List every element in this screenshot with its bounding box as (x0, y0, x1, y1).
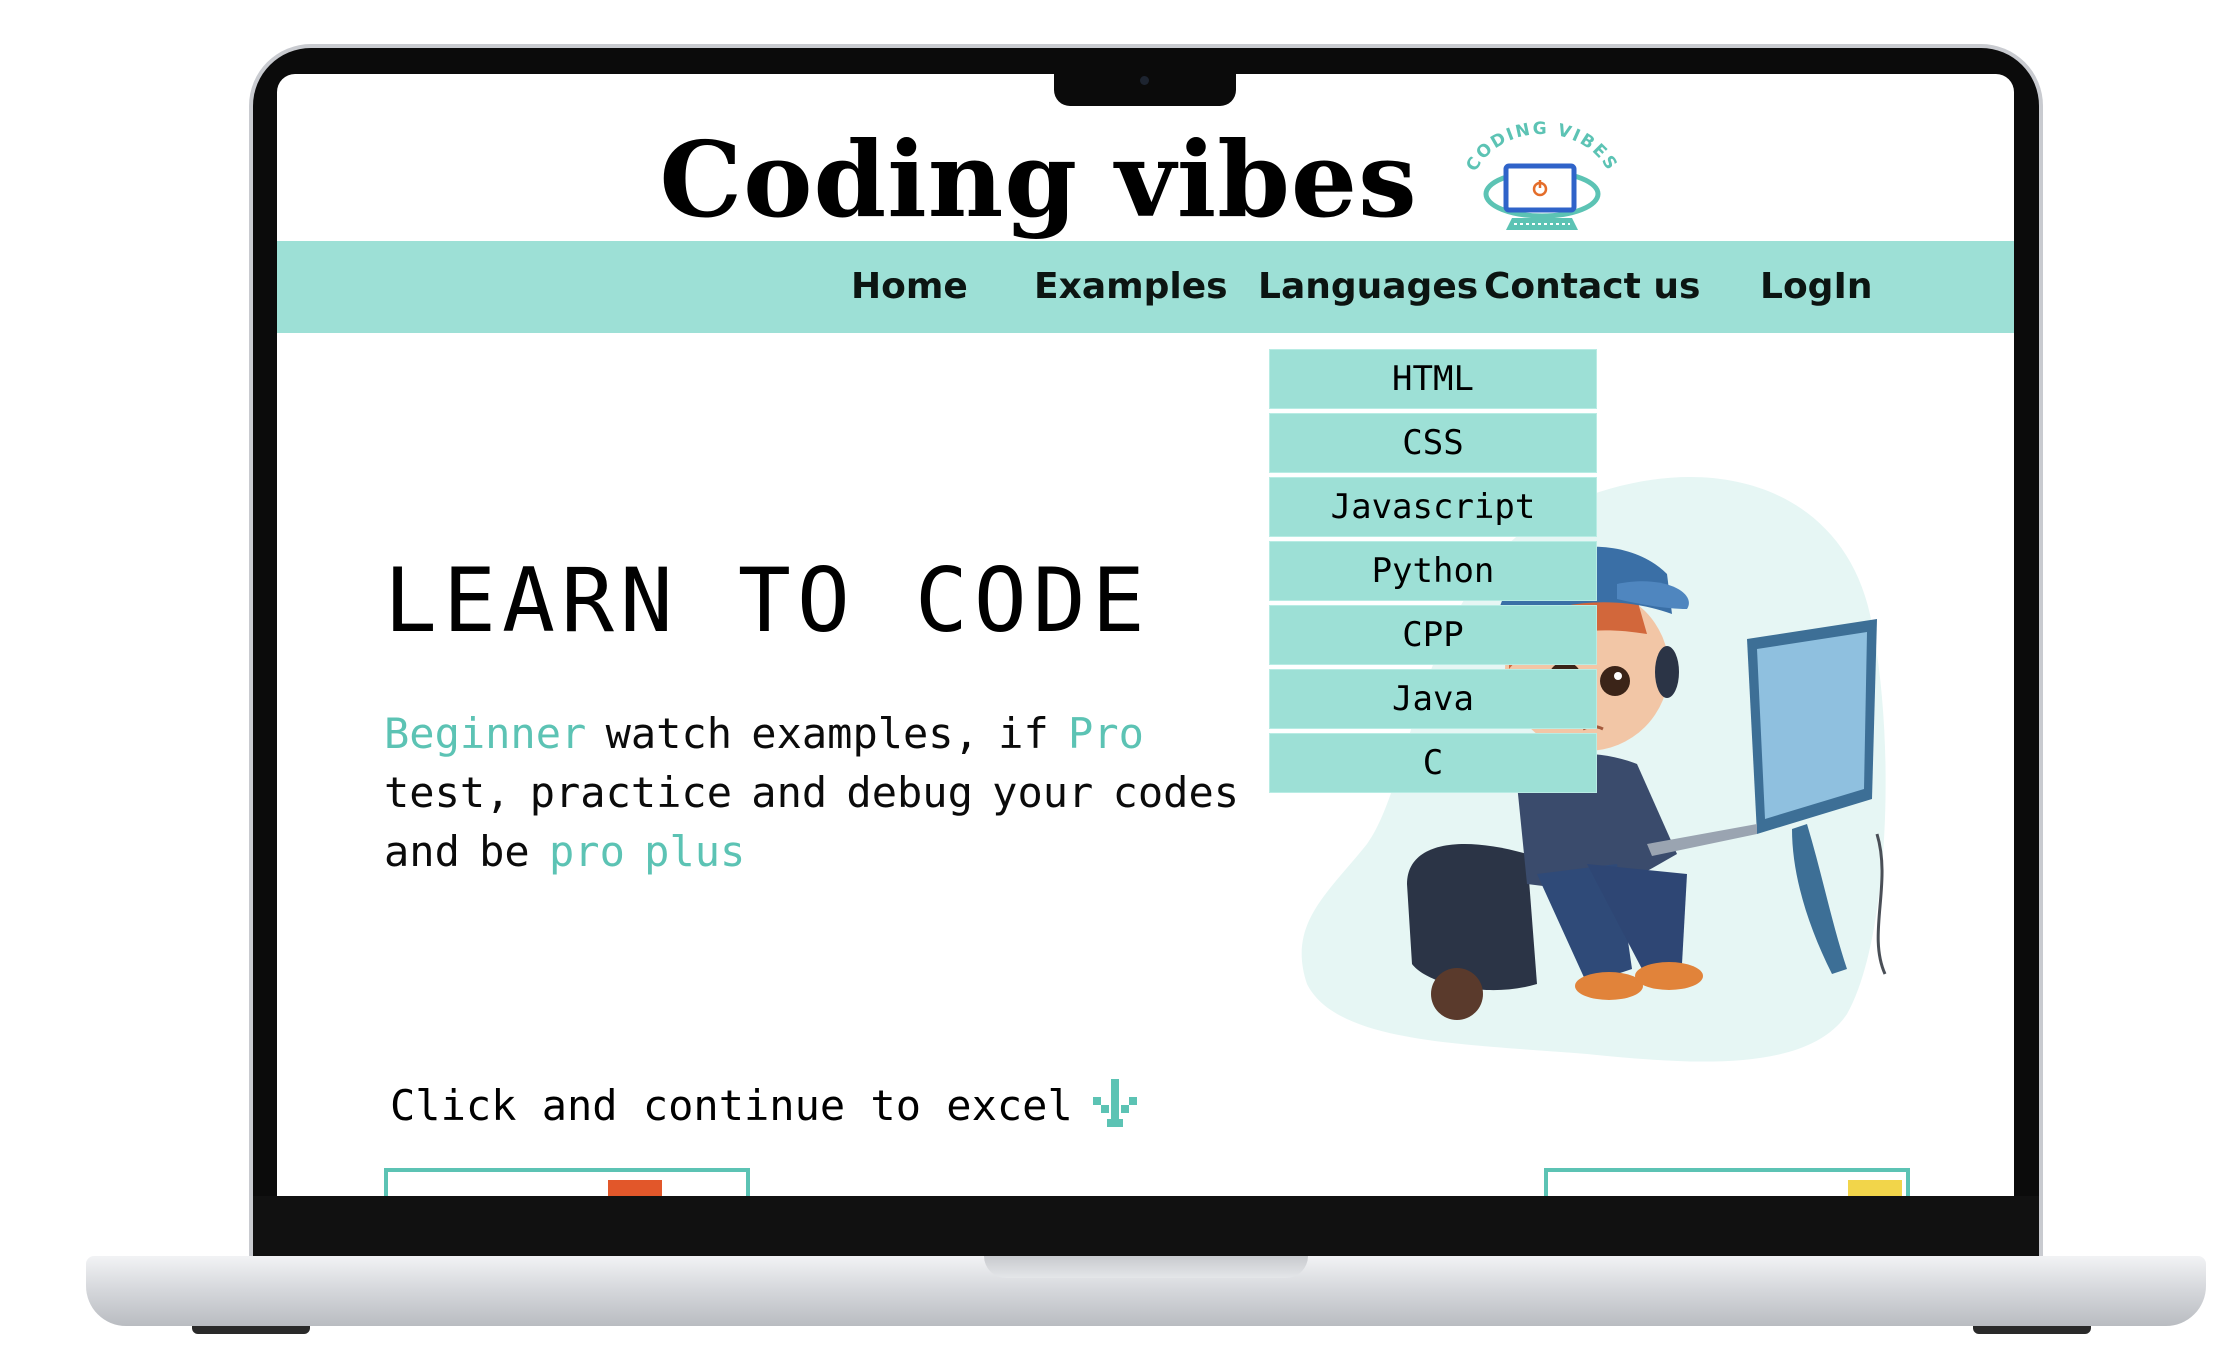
site-title[interactable]: Coding vibes (659, 118, 1417, 241)
hero-title: LEARN TO CODE (384, 549, 1151, 652)
hero-text-part1: watch examples, if (586, 709, 1069, 758)
laptop-foot-left (192, 1326, 310, 1334)
dropdown-item-html[interactable]: HTML (1269, 349, 1597, 409)
dropdown-item-cpp[interactable]: CPP (1269, 605, 1597, 665)
arrow-down-icon (1092, 1079, 1137, 1127)
camera-notch (1054, 70, 1236, 106)
hero-text-part2: test, practice and debug your codes and … (384, 768, 1240, 876)
languages-dropdown: HTML CSS Javascript Python CPP Java C (1269, 349, 1597, 797)
dropdown-item-python[interactable]: Python (1269, 541, 1597, 601)
cta-label: Click and continue to excel (390, 1080, 1073, 1130)
main-navbar: Home Examples Languages Contact us LogIn (277, 241, 2014, 333)
laptop-base-notch (984, 1256, 1308, 1278)
nav-examples[interactable]: Examples (1034, 241, 1228, 333)
hero-pro-plus: pro plus (549, 827, 746, 876)
hero-beginner-word: Beginner (384, 709, 587, 758)
course-card-left[interactable] (384, 1168, 750, 1196)
card-icon-left (608, 1180, 662, 1196)
camera-icon (1140, 76, 1149, 85)
nav-languages[interactable]: Languages (1258, 241, 1478, 333)
dropdown-item-java[interactable]: Java (1269, 669, 1597, 729)
nav-login[interactable]: LogIn (1760, 241, 1872, 333)
dropdown-item-css[interactable]: CSS (1269, 413, 1597, 473)
hero-description: Beginner watch examples, if Pro test, pr… (384, 704, 1284, 881)
hero-pro-word: Pro (1068, 709, 1144, 758)
continue-cta[interactable]: Click and continue to excel (390, 1077, 1141, 1133)
course-card-right[interactable] (1544, 1168, 1910, 1196)
nav-contact-us[interactable]: Contact us (1484, 241, 1700, 333)
site-header: Coding vibes CODING VIBES (277, 104, 2014, 254)
laptop-foot-right (1973, 1326, 2091, 1334)
nav-home[interactable]: Home (851, 241, 968, 333)
dropdown-item-javascript[interactable]: Javascript (1269, 477, 1597, 537)
coding-vibes-logo[interactable]: CODING VIBES (1452, 118, 1632, 240)
dropdown-item-c[interactable]: C (1269, 733, 1597, 793)
laptop-base (86, 1256, 2206, 1326)
card-icon-right (1848, 1180, 1902, 1196)
laptop-chin (253, 1196, 2039, 1258)
laptop-screen: Coding vibes CODING VIBES Home Examples … (277, 74, 2014, 1196)
